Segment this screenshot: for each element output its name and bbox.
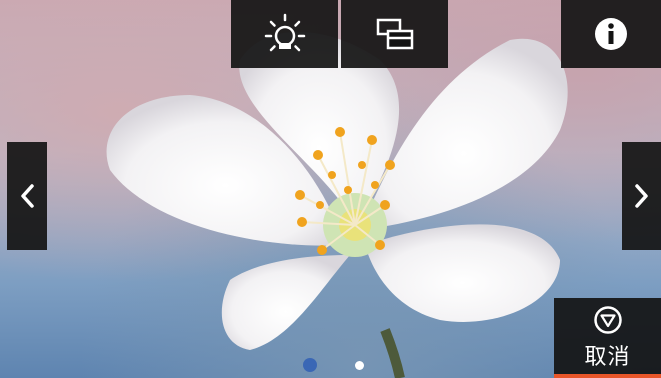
next-button[interactable] [622,142,661,250]
chevron-right-icon [634,184,648,208]
prev-button[interactable] [7,142,47,250]
cancel-accent-line [554,374,661,378]
info-button[interactable] [561,0,661,68]
info-icon [595,18,627,50]
chevron-left-icon [21,184,34,208]
brightness-icon [264,13,305,52]
page-indicator [0,358,661,372]
page-dot[interactable] [355,361,364,370]
layout-icon [376,18,413,50]
brightness-button[interactable] [231,0,338,68]
layout-button[interactable] [341,0,448,68]
page-dot-active[interactable] [303,358,317,372]
photo-viewer: 取消 [0,0,661,378]
stop-icon [593,306,622,334]
